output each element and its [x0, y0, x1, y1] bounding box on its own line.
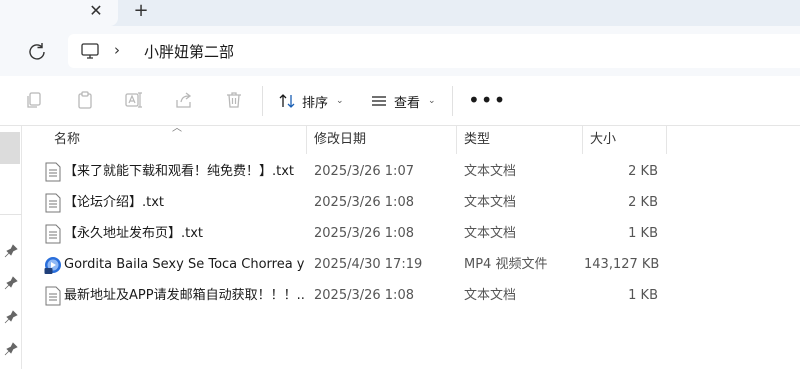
column-divider[interactable] — [456, 126, 457, 154]
breadcrumb-chevron-icon[interactable]: › — [114, 41, 120, 59]
copy-icon — [27, 92, 41, 108]
navigation-pane — [0, 126, 22, 369]
view-button[interactable]: 查看 ⌄ — [370, 90, 436, 112]
sort-button[interactable]: 排序 ⌄ — [278, 90, 344, 112]
file-row[interactable]: 最新地址及APP请发邮箱自动获取！！！... 2025/3/26 1:08 文本… — [36, 281, 666, 311]
breadcrumb-folder[interactable]: 小胖妞第二部 — [144, 41, 234, 62]
chevron-down-icon: ⌄ — [336, 96, 344, 106]
column-header-name[interactable]: 名称 — [54, 126, 80, 154]
sort-ascending-icon: ︿ — [172, 123, 182, 134]
file-name: 【永久地址发布页】.txt — [64, 226, 204, 241]
new-tab-button[interactable]: + — [131, 0, 151, 22]
file-row[interactable]: 【永久地址发布页】.txt 2025/3/26 1:08 文本文档 1 KB — [36, 219, 666, 249]
column-header-size[interactable]: 大小 — [590, 126, 616, 154]
command-toolbar: 排序 ⌄ 查看 ⌄ ••• — [0, 76, 800, 126]
file-name: 最新地址及APP请发邮箱自动获取！！！... — [64, 288, 306, 303]
toolbar-separator — [452, 86, 453, 116]
more-options-button[interactable]: ••• — [468, 88, 506, 112]
text-file-icon — [45, 193, 61, 213]
pin-icon[interactable] — [4, 310, 18, 324]
tab-strip: ✕ + — [0, 0, 800, 26]
paste-icon — [78, 91, 92, 109]
column-divider[interactable] — [582, 126, 583, 154]
close-tab-icon[interactable]: ✕ — [86, 1, 106, 21]
column-header-type[interactable]: 类型 — [464, 126, 490, 154]
file-size: 143,127 KB — [584, 257, 660, 272]
file-size: 2 KB — [628, 195, 658, 210]
pin-icon[interactable] — [4, 244, 18, 258]
sort-icon — [279, 94, 295, 108]
address-row: › 小胖妞第二部 — [0, 26, 800, 76]
share-button[interactable] — [174, 90, 196, 112]
file-type: 文本文档 — [464, 195, 517, 210]
file-type: MP4 视频文件 — [464, 257, 548, 272]
copy-button[interactable] — [24, 90, 46, 112]
paste-button[interactable] — [75, 90, 97, 112]
file-type: 文本文档 — [464, 164, 517, 179]
file-row[interactable]: 【来了就能下载和观看！纯免费！】.txt 2025/3/26 1:07 文本文档… — [36, 157, 666, 187]
file-date: 2025/3/26 1:08 — [314, 288, 414, 303]
refresh-icon[interactable] — [26, 40, 48, 62]
column-divider[interactable] — [666, 126, 667, 154]
pin-icon[interactable] — [4, 342, 18, 356]
view-label: 查看 — [394, 95, 421, 111]
pin-icon[interactable] — [4, 276, 18, 290]
file-type: 文本文档 — [464, 288, 517, 303]
file-size: 1 KB — [628, 226, 658, 241]
file-date: 2025/3/26 1:07 — [314, 164, 414, 179]
text-file-icon — [45, 162, 61, 182]
file-row[interactable]: Gordita Baila Sexy Se Toca Chorrea y ...… — [36, 250, 666, 280]
file-name: 【论坛介绍】.txt — [64, 195, 165, 210]
file-date: 2025/3/26 1:08 — [314, 195, 414, 210]
file-row[interactable]: 【论坛介绍】.txt 2025/3/26 1:08 文本文档 2 KB — [36, 188, 666, 218]
video-file-icon — [44, 257, 61, 274]
file-type: 文本文档 — [464, 226, 517, 241]
column-divider[interactable] — [306, 126, 307, 154]
toolbar-separator — [262, 86, 263, 116]
rename-button[interactable] — [124, 90, 146, 112]
file-size: 1 KB — [628, 288, 658, 303]
chevron-down-icon: ⌄ — [428, 96, 436, 106]
address-bar[interactable]: › 小胖妞第二部 — [68, 34, 800, 68]
rename-icon — [125, 92, 142, 108]
file-name: Gordita Baila Sexy Se Toca Chorrea y ... — [64, 257, 306, 272]
file-name: 【来了就能下载和观看！纯免费！】.txt — [64, 164, 295, 179]
file-size: 2 KB — [628, 164, 658, 179]
text-file-icon — [45, 224, 61, 244]
nav-selected-item[interactable] — [0, 132, 20, 164]
text-file-icon — [45, 286, 61, 306]
file-date: 2025/4/30 17:19 — [314, 257, 423, 272]
view-icon — [372, 96, 386, 106]
active-tab[interactable]: ✕ — [0, 0, 118, 26]
column-header-date[interactable]: 修改日期 — [314, 126, 366, 154]
this-pc-icon[interactable] — [80, 42, 100, 60]
delete-button[interactable] — [224, 90, 246, 112]
file-date: 2025/3/26 1:08 — [314, 226, 414, 241]
share-icon — [176, 92, 192, 108]
nav-divider — [0, 214, 22, 215]
delete-icon — [227, 92, 241, 108]
sort-label: 排序 — [302, 95, 329, 111]
